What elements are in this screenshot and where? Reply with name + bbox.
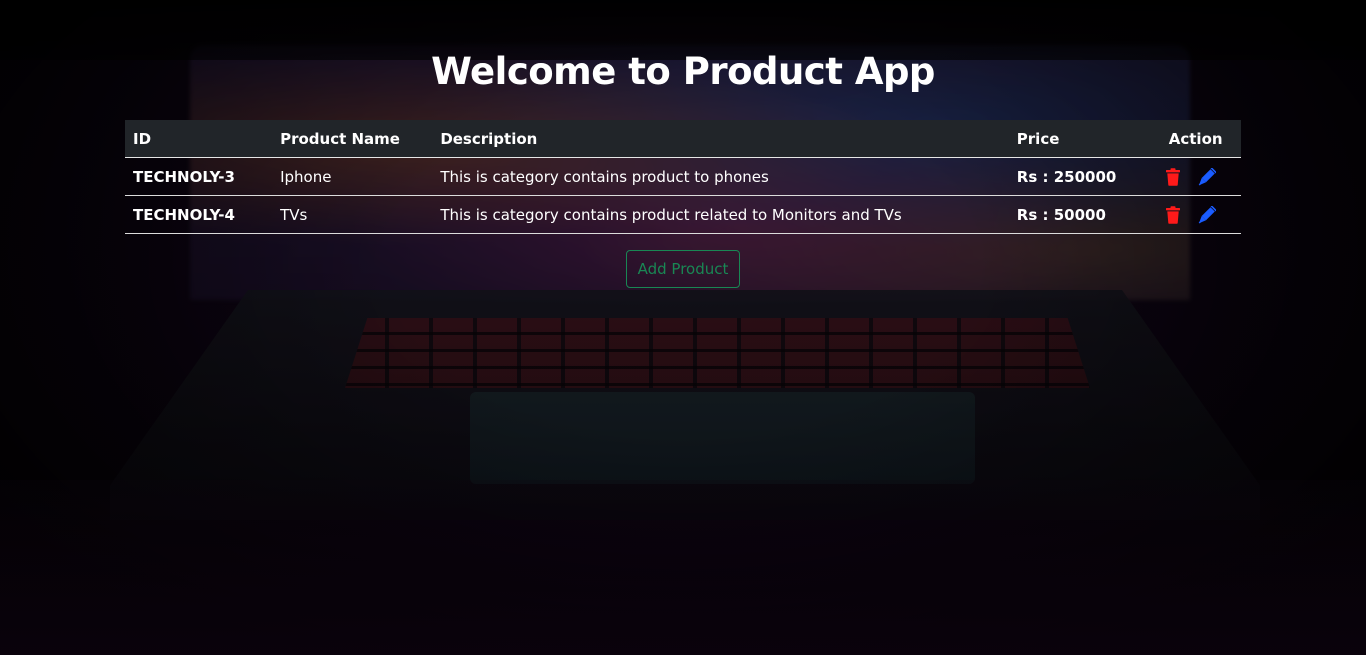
table-header-row: ID Product Name Description Price Action xyxy=(125,120,1241,158)
trash-icon[interactable] xyxy=(1164,167,1182,186)
product-id: TECHNOLY-4 xyxy=(125,195,273,234)
table-row: TECHNOLY-3 Iphone This is category conta… xyxy=(125,157,1241,196)
header-price: Price xyxy=(1008,120,1151,158)
background-image xyxy=(0,0,1366,655)
product-table: ID Product Name Description Price Action… xyxy=(125,120,1241,234)
product-price: Rs : 50000 xyxy=(1008,195,1151,234)
header-id: ID xyxy=(125,120,273,158)
product-price: Rs : 250000 xyxy=(1008,157,1151,196)
product-id: TECHNOLY-3 xyxy=(125,157,273,196)
product-name: Iphone xyxy=(272,157,433,196)
trash-icon[interactable] xyxy=(1164,205,1182,224)
table-row: TECHNOLY-4 TVs This is category contains… xyxy=(125,195,1241,234)
product-actions xyxy=(1150,195,1241,234)
pen-icon[interactable] xyxy=(1198,205,1217,224)
page-title: Welcome to Product App xyxy=(431,50,935,93)
header-product-name: Product Name xyxy=(272,120,433,158)
add-product-button[interactable]: Add Product xyxy=(626,250,740,288)
product-actions xyxy=(1150,157,1241,196)
pen-icon[interactable] xyxy=(1198,167,1217,186)
product-name: TVs xyxy=(272,195,433,234)
header-action: Action xyxy=(1150,120,1241,158)
product-description: This is category contains product relate… xyxy=(432,195,1009,234)
product-description: This is category contains product to pho… xyxy=(432,157,1009,196)
header-description: Description xyxy=(432,120,1009,158)
